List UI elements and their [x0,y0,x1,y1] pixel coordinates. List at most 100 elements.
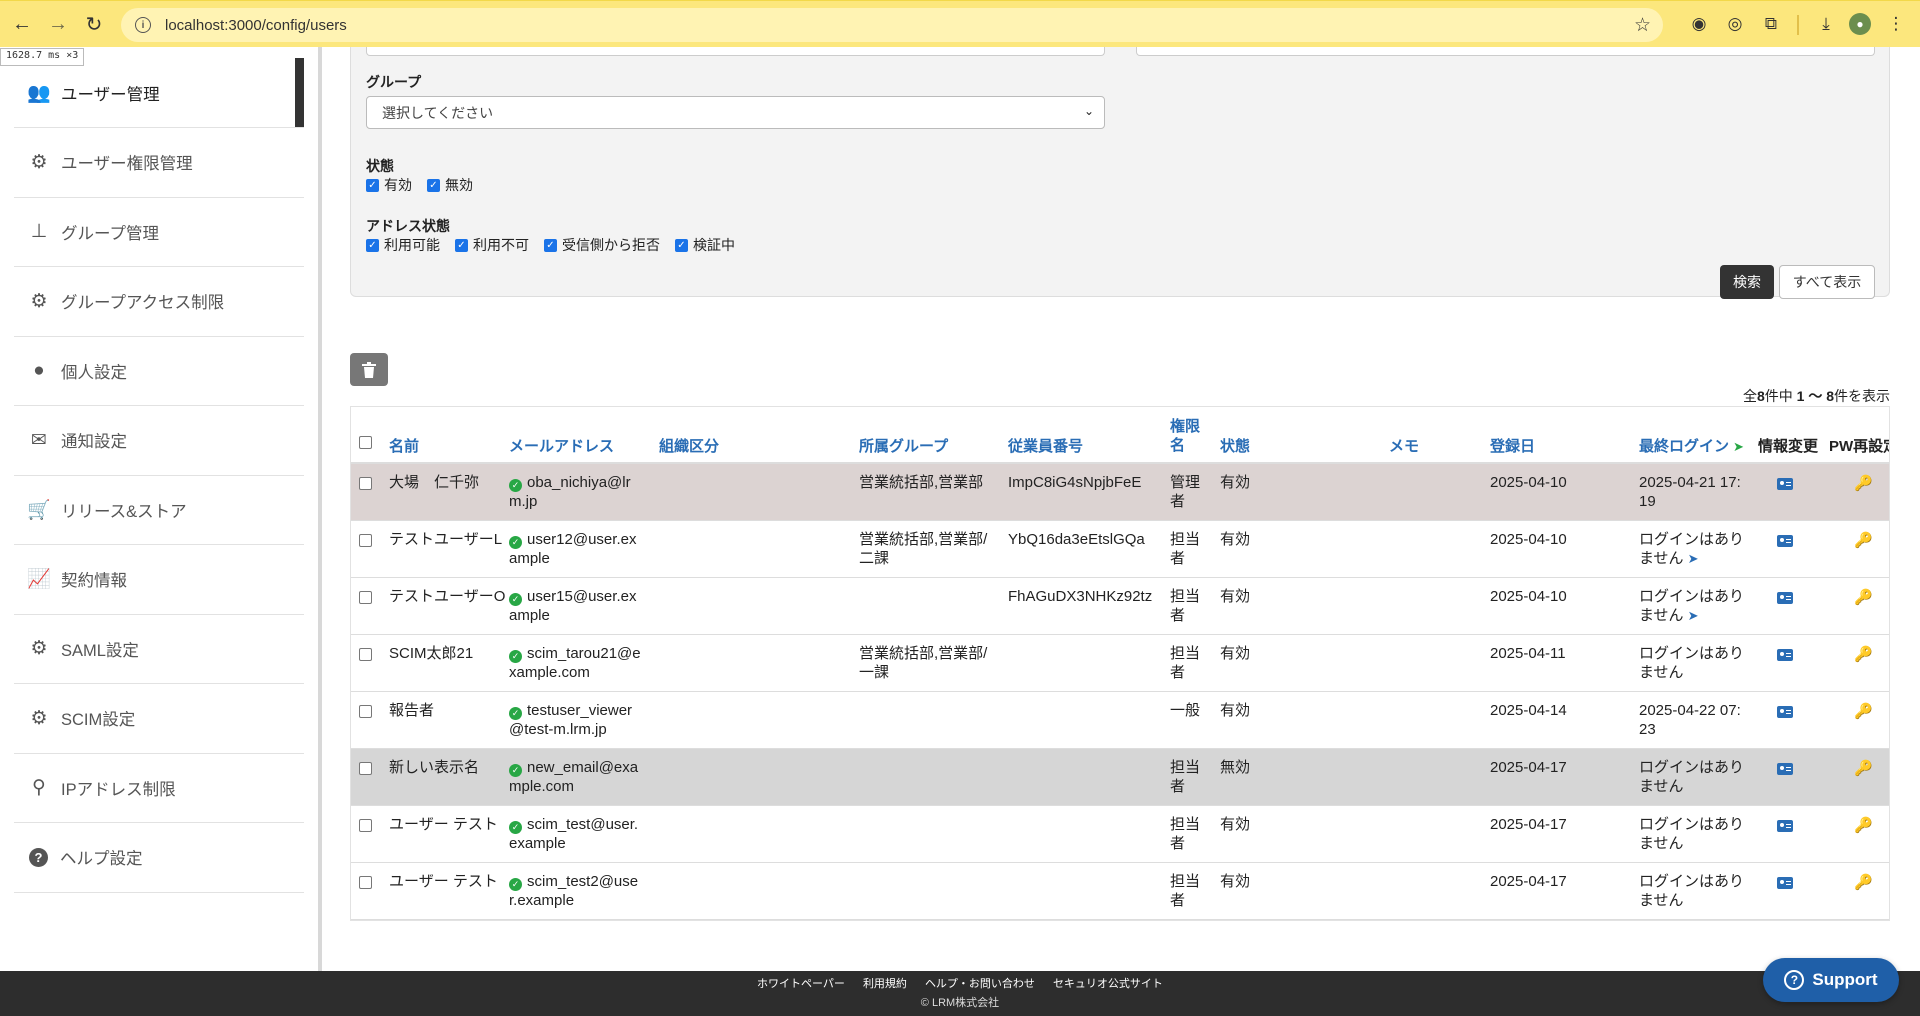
checkbox-label: 利用可能 [384,237,440,253]
sidebar-item[interactable]: ⚙ SAML設定 [14,614,304,684]
text-input-partial[interactable] [1136,47,1875,56]
registered-date: 2025-04-17 [1490,873,1567,890]
sidebar-item[interactable]: ⊥ グループ管理 [14,197,304,267]
id-card-icon[interactable] [1777,820,1793,832]
checkbox-checked[interactable]: ✓ [544,238,557,252]
checkbox-checked[interactable]: ✓ [427,178,440,192]
back-icon[interactable]: ← [4,6,40,42]
key-icon[interactable]: 🔑 [1854,588,1873,606]
row-checkbox[interactable] [359,876,372,889]
sort-last-login[interactable]: 最終ログイン ➤ [1639,437,1744,456]
sort-memo[interactable]: メモ [1389,437,1419,456]
address-bar[interactable]: i localhost:3000/config/users ☆ [121,8,1663,42]
key-icon[interactable]: 🔑 [1854,873,1873,891]
footer-link[interactable]: ホワイトペーパー [757,975,845,991]
row-checkbox[interactable] [359,477,372,490]
edit-header: 情報変更 [1758,438,1819,455]
row-checkbox[interactable] [359,534,372,547]
id-card-icon[interactable] [1777,877,1793,889]
search-button[interactable]: 検索 [1720,265,1774,299]
key-icon[interactable]: 🔑 [1854,474,1873,492]
delete-button[interactable] [350,353,388,386]
send-invite-icon[interactable]: ➤ [1688,551,1699,566]
row-checkbox[interactable] [359,648,372,661]
group-label: グループ [366,74,422,90]
sort-email[interactable]: メールアドレス [509,437,614,456]
puzzle-icon[interactable]: ⧉ [1760,13,1782,35]
table-row[interactable]: テストユーザーL ✓ user12@user.example 営業統括部,営業部/二課… [351,521,1889,578]
checkbox-option[interactable]: ✓ 有効 [366,175,412,195]
checkbox-option[interactable]: ✓ 受信側から拒否 [544,235,660,255]
table-row[interactable]: ユーザー テスト ✓ scim_test2@user.example 担当者 有効 202… [351,863,1889,920]
table-row[interactable]: 大場 仁千弥 ✓ oba_nichiya@lrm.jp 営業統括部,営業部 ImpC8i… [351,464,1889,521]
sidebar-item[interactable]: ● 個人設定 [14,336,304,406]
key-icon[interactable]: 🔑 [1854,645,1873,663]
checkbox-checked[interactable]: ✓ [366,178,379,192]
sort-org[interactable]: 組織区分 [659,437,719,456]
profile-avatar[interactable]: ● [1849,13,1871,35]
sort-role[interactable]: 権限名 [1170,417,1204,455]
checkbox-checked[interactable]: ✓ [455,238,468,252]
sidebar-item[interactable]: 📈 契約情報 [14,545,304,615]
sort-employee-number[interactable]: 従業員番号 [1008,437,1083,456]
sidebar-item[interactable]: ? ヘルプ設定 [14,823,304,893]
row-checkbox[interactable] [359,705,372,718]
reload-icon[interactable]: ↻ [76,6,112,42]
user-name: ユーザー テスト [389,873,498,890]
table-row[interactable]: テストユーザーO ✓ user15@user.example FhAGuDX3NHKz… [351,578,1889,635]
checkbox-checked[interactable]: ✓ [366,238,379,252]
sort-status[interactable]: 状態 [1220,437,1250,456]
last-login: ログインはありません [1639,816,1745,852]
table-row[interactable]: SCIM太郎21 ✓ scim_tarou21@example.com 営業統括部,営… [351,635,1889,692]
group-select[interactable]: 選択してください ⌄ [366,96,1105,129]
row-checkbox[interactable] [359,591,372,604]
send-invite-icon[interactable]: ➤ [1688,608,1699,623]
checkbox-checked[interactable]: ✓ [675,238,688,252]
key-icon[interactable]: 🔑 [1854,759,1873,777]
sidebar-item[interactable]: 👥 ユーザー管理 [14,58,304,128]
sidebar-item[interactable]: ⚙ ユーザー権限管理 [14,128,304,198]
footer-link[interactable]: セキュリオ公式サイト [1053,975,1163,991]
id-card-icon[interactable] [1777,649,1793,661]
id-card-icon[interactable] [1777,592,1793,604]
sidebar-item[interactable]: 🛒 リリース&ストア [14,475,304,545]
key-icon[interactable]: 🔑 [1854,702,1873,720]
checkbox-label: 利用不可 [473,237,529,253]
checkbox-option[interactable]: ✓ 利用不可 [455,235,529,255]
id-card-icon[interactable] [1777,535,1793,547]
table-row[interactable]: 新しい表示名 ✓ new_email@example.com 担当者 無効 2025-04… [351,749,1889,806]
checkbox-option[interactable]: ✓ 利用可能 [366,235,440,255]
sort-registered[interactable]: 登録日 [1490,437,1535,456]
key-icon[interactable]: 🔑 [1854,816,1873,834]
bookmark-star-icon[interactable]: ☆ [1634,14,1651,37]
key-icon[interactable]: 🔑 [1854,531,1873,549]
id-card-icon[interactable] [1777,706,1793,718]
checkbox-option[interactable]: ✓ 無効 [427,175,473,195]
sidebar-item[interactable]: ⚙ グループアクセス制限 [14,267,304,337]
sort-name[interactable]: 名前 [389,437,419,456]
extension-icon[interactable]: ◉ [1688,13,1710,35]
sidebar-item[interactable]: ✉ 通知設定 [14,406,304,476]
sidebar-item[interactable]: ⚙ SCIM設定 [14,684,304,754]
show-all-button[interactable]: すべて表示 [1779,265,1875,299]
support-button[interactable]: ? Support [1763,958,1899,1002]
table-row[interactable]: ユーザー テスト ✓ scim_test@user.example 担当者 有効 2025… [351,806,1889,863]
download-icon[interactable]: ⤓ [1815,13,1837,35]
row-checkbox[interactable] [359,819,372,832]
footer-link[interactable]: ヘルプ・お問い合わせ [925,975,1035,991]
forward-icon[interactable]: → [40,6,76,42]
menu-kebab-icon[interactable]: ⋮ [1885,13,1907,35]
site-info-icon[interactable]: i [135,17,151,33]
id-card-icon[interactable] [1777,763,1793,775]
row-checkbox[interactable] [359,762,372,775]
select-all-checkbox[interactable] [359,436,372,449]
id-card-icon[interactable] [1777,478,1793,490]
sidebar-item[interactable]: ⚲ IPアドレス制限 [14,753,304,823]
sort-group[interactable]: 所属グループ [859,437,948,456]
text-input-partial[interactable] [366,47,1105,56]
footer-link[interactable]: 利用規約 [863,975,907,991]
checkbox-option[interactable]: ✓ 検証中 [675,235,735,255]
extension-icon[interactable]: ◎ [1724,13,1746,35]
table-row[interactable]: 報告者 ✓ testuser_viewer@test-m.lrm.jp 一般 有効 202… [351,692,1889,749]
chevron-down-icon: ⌄ [1083,104,1094,118]
